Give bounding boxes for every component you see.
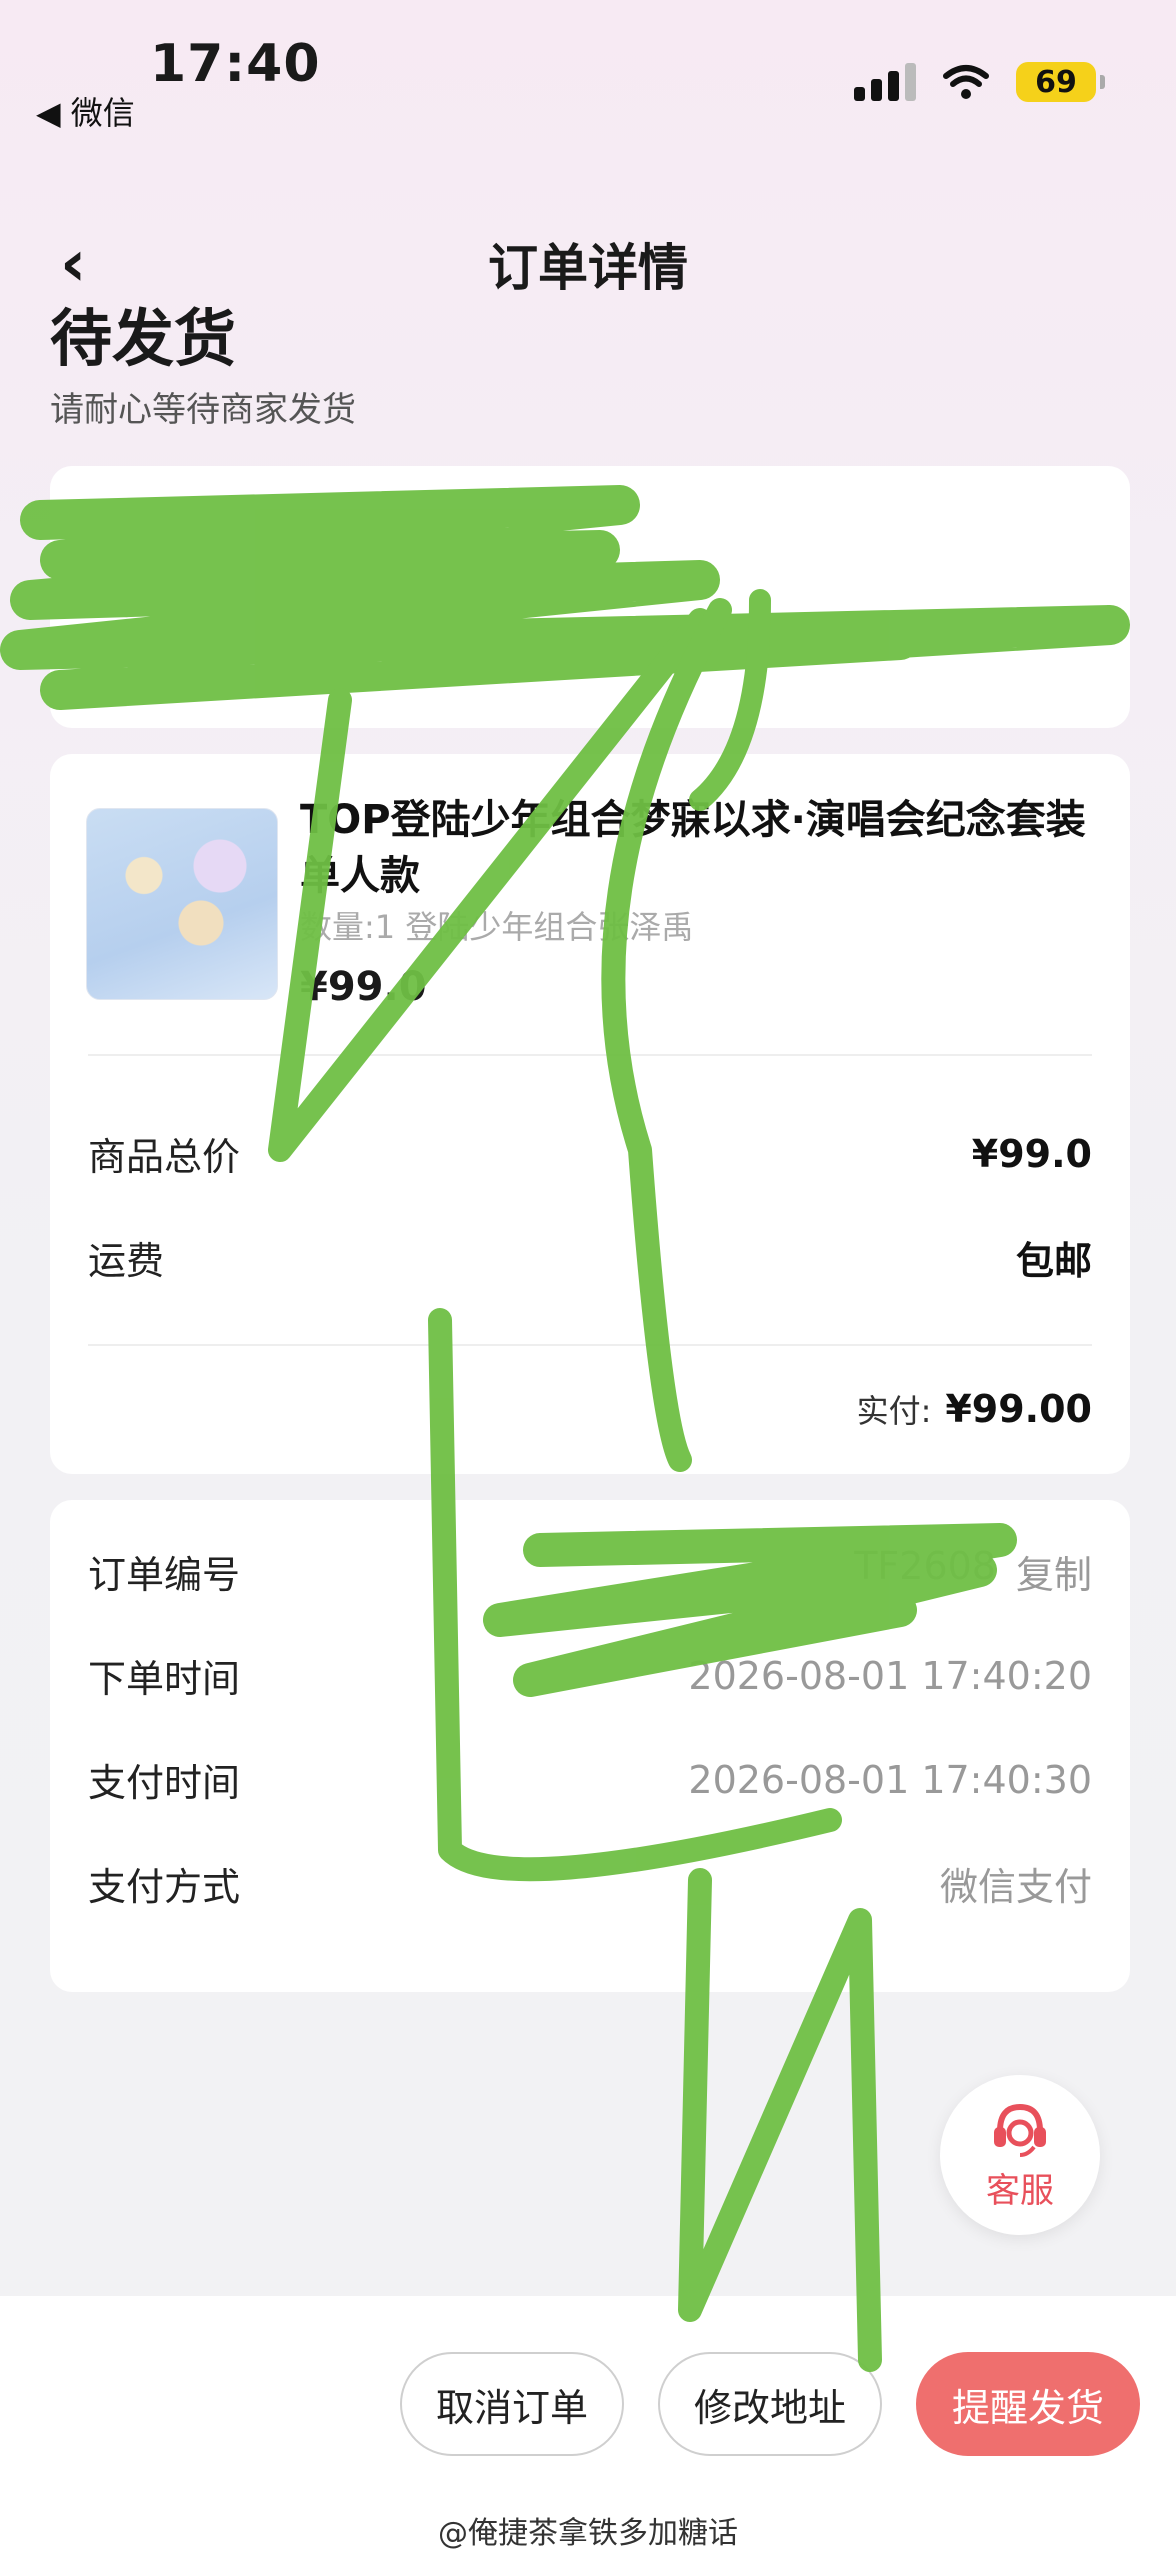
order-time-value: 2026-08-01 17:40:20 bbox=[688, 1653, 1092, 1698]
order-number-row: 订单编号 TF2608 复制 bbox=[88, 1544, 1092, 1599]
back-to-wechat-link[interactable]: ◀ 微信 bbox=[36, 88, 135, 134]
goods-total-value: ¥99.0 bbox=[971, 1131, 1092, 1176]
divider bbox=[88, 1054, 1092, 1056]
signal-icon bbox=[854, 63, 916, 101]
copy-button[interactable]: 复制 bbox=[1016, 1544, 1092, 1599]
order-number-label: 订单编号 bbox=[88, 1553, 241, 1597]
divider bbox=[88, 1344, 1092, 1346]
wifi-icon bbox=[943, 65, 989, 99]
goods-total-label: 商品总价 bbox=[88, 1135, 241, 1179]
order-time-row: 下单时间 2026-08-01 17:40:20 bbox=[88, 1648, 1092, 1703]
product-card: TOP登陆少年组合梦寐以求·演唱会纪念套装单人款 数量:1 登陆少年组合张泽禹 … bbox=[50, 754, 1130, 1474]
product-price: ¥99.0 bbox=[300, 964, 427, 1010]
battery-icon: 69 bbox=[1016, 62, 1105, 102]
paid-row: 实付: ¥99.00 bbox=[88, 1386, 1092, 1432]
pay-method-row: 支付方式 微信支付 bbox=[88, 1856, 1092, 1911]
watermark: @俺捷茶拿铁多加糖话 bbox=[438, 2516, 738, 2551]
product-name[interactable]: TOP登陆少年组合梦寐以求·演唱会纪念套装单人款 bbox=[300, 792, 1090, 904]
status-time: 17:40 bbox=[150, 34, 321, 94]
order-number-value: TF2608 bbox=[854, 1544, 996, 1588]
pay-time-value: 2026-08-01 17:40:30 bbox=[688, 1757, 1092, 1802]
cancel-order-button[interactable]: 取消订单 bbox=[400, 2352, 624, 2456]
pay-time-row: 支付时间 2026-08-01 17:40:30 bbox=[88, 1752, 1092, 1807]
paid-value: ¥99.00 bbox=[945, 1387, 1092, 1431]
status-indicators: 69 bbox=[854, 62, 1105, 102]
pay-time-label: 支付时间 bbox=[88, 1761, 241, 1805]
shipping-row: 运费 包邮 bbox=[88, 1230, 1092, 1285]
modify-address-button[interactable]: 修改地址 bbox=[658, 2352, 882, 2456]
product-thumbnail[interactable] bbox=[86, 808, 278, 1000]
shipping-label: 运费 bbox=[88, 1239, 165, 1283]
order-status-subtitle: 请耐心等待商家发货 bbox=[50, 390, 356, 430]
order-time-label: 下单时间 bbox=[88, 1657, 241, 1701]
order-status-title: 待发货 bbox=[50, 302, 237, 375]
pay-method-value: 微信支付 bbox=[939, 1865, 1092, 1909]
order-info-card: 订单编号 TF2608 复制 下单时间 2026-08-01 17:40:20 … bbox=[50, 1500, 1130, 1992]
customer-service-label: 客服 bbox=[986, 2170, 1054, 2211]
customer-service-button[interactable]: 客服 bbox=[940, 2075, 1100, 2235]
product-spec: 数量:1 登陆少年组合张泽禹 bbox=[300, 908, 694, 946]
paid-label: 实付: bbox=[856, 1392, 932, 1430]
headset-icon bbox=[994, 2103, 1046, 2157]
remind-shipment-button[interactable]: 提醒发货 bbox=[916, 2352, 1140, 2456]
goods-total-row: 商品总价 ¥99.0 bbox=[88, 1126, 1092, 1181]
address-card[interactable] bbox=[50, 466, 1130, 728]
shipping-value: 包邮 bbox=[1015, 1239, 1092, 1283]
pay-method-label: 支付方式 bbox=[88, 1865, 241, 1909]
